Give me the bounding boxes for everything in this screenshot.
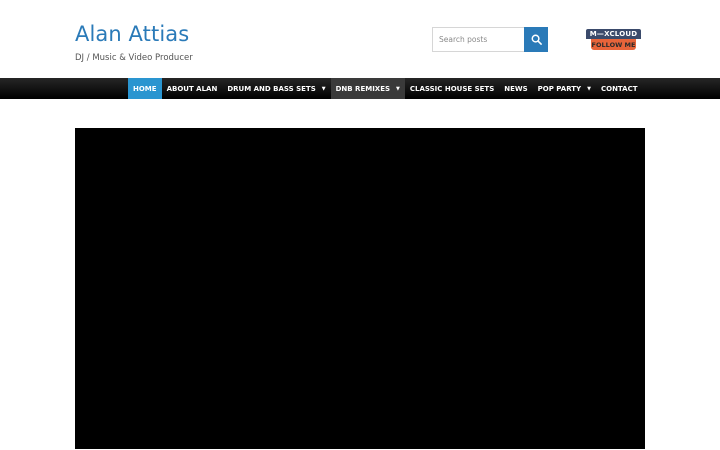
- nav-item-label: ABOUT ALAN: [166, 84, 218, 93]
- search-icon: [531, 34, 542, 45]
- mixcloud-follow-badge[interactable]: M—XCLOUD FOLLOW ME: [586, 29, 641, 51]
- site-title[interactable]: Alan Attias: [75, 22, 189, 46]
- nav-item-label: DRUM AND BASS SETS: [227, 84, 316, 93]
- search-button[interactable]: [524, 27, 548, 52]
- nav-item-classic-house-sets[interactable]: CLASSIC HOUSE SETS: [405, 78, 499, 99]
- nav-item-label: DNB REMIXES: [335, 84, 391, 93]
- nav-item-home[interactable]: HOME: [128, 78, 162, 99]
- main-navigation: HOME ABOUT ALAN DRUM AND BASS SETS ▼ DNB…: [0, 78, 720, 99]
- chevron-down-icon: ▼: [321, 85, 326, 92]
- site-tagline: DJ / Music & Video Producer: [75, 53, 193, 63]
- mixcloud-logo-text: M—XCLOUD: [586, 29, 641, 39]
- nav-item-label: HOME: [133, 84, 157, 93]
- nav-item-label: CLASSIC HOUSE SETS: [409, 84, 495, 93]
- follow-me-label: FOLLOW ME: [591, 39, 636, 50]
- nav-item-contact[interactable]: CONTACT: [596, 78, 643, 99]
- nav-item-dnb-remixes[interactable]: DNB REMIXES ▼: [330, 78, 405, 99]
- search-form: [432, 27, 548, 52]
- nav-menu: HOME ABOUT ALAN DRUM AND BASS SETS ▼ DNB…: [128, 78, 643, 99]
- nav-item-label: CONTACT: [600, 84, 638, 93]
- search-input[interactable]: [432, 27, 524, 52]
- chevron-down-icon: ▼: [587, 85, 591, 92]
- chevron-down-icon: ▼: [396, 85, 400, 92]
- nav-item-drum-and-bass-sets[interactable]: DRUM AND BASS SETS ▼: [222, 78, 330, 99]
- nav-item-label: NEWS: [504, 84, 528, 93]
- nav-item-pop-party[interactable]: POP PARTY ▼: [533, 78, 596, 99]
- nav-item-news[interactable]: NEWS: [499, 78, 532, 99]
- video-player[interactable]: [75, 128, 645, 449]
- nav-item-about-alan[interactable]: ABOUT ALAN: [162, 78, 223, 99]
- nav-item-label: POP PARTY: [537, 84, 582, 93]
